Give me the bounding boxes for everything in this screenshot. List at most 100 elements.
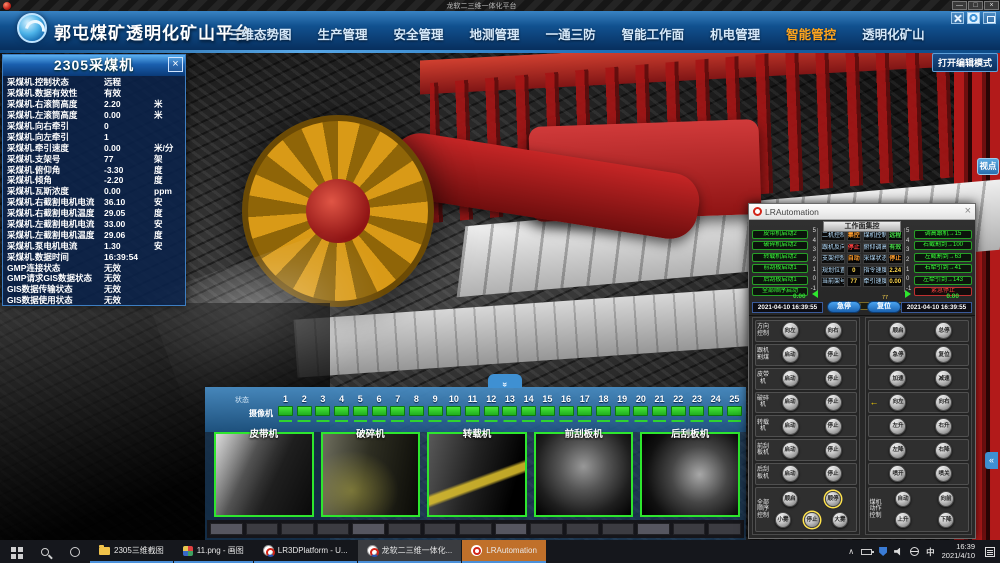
channel-indicator[interactable]: 4: [333, 394, 350, 430]
channel-indicator[interactable]: 1: [277, 394, 294, 430]
slide-out-chevron-icon[interactable]: «: [985, 452, 998, 469]
control-button[interactable]: 喷关: [935, 465, 952, 482]
control-button[interactable]: 右降: [935, 442, 952, 459]
close-icon[interactable]: ×: [965, 205, 971, 217]
control-button[interactable]: 停止: [804, 512, 820, 528]
cortana-button[interactable]: [60, 540, 90, 563]
control-button[interactable]: 减速: [935, 370, 952, 387]
taskbar-clock[interactable]: 16:39 2021/4/10: [942, 543, 975, 560]
nav-item[interactable]: 生产管理: [318, 24, 368, 43]
control-button[interactable]: 加速: [889, 370, 906, 387]
taskbar-app[interactable]: 龙软二三维一体化...: [358, 540, 462, 563]
filmstrip-cell[interactable]: [495, 523, 528, 535]
network-icon[interactable]: [910, 547, 919, 556]
camera-thumb[interactable]: 后刮板机: [640, 432, 740, 517]
tools-icon[interactable]: [951, 12, 964, 24]
lr-right-button[interactable]: 左截割到→63: [914, 253, 972, 262]
control-button[interactable]: 顺启: [889, 322, 906, 339]
notification-center-icon[interactable]: [985, 547, 995, 557]
channel-indicator[interactable]: 21: [651, 394, 668, 430]
control-button[interactable]: 自动: [895, 491, 911, 507]
nav-item[interactable]: 安全管理: [394, 24, 444, 43]
lr-left-button[interactable]: 前刮板启动1: [752, 264, 808, 273]
channel-indicator[interactable]: 24: [707, 394, 724, 430]
lr-left-button[interactable]: 转载机启动2: [752, 253, 808, 262]
channel-indicator[interactable]: 22: [670, 394, 687, 430]
filmstrip-cell[interactable]: [708, 523, 741, 535]
nav-item[interactable]: 智能管控: [786, 24, 836, 43]
nav-item[interactable]: 透明化矿山: [862, 24, 925, 43]
viewpoint-tab[interactable]: 视点: [977, 158, 999, 175]
channel-indicator[interactable]: 25: [726, 394, 743, 430]
filmstrip-cell[interactable]: [424, 523, 457, 535]
channel-indicator[interactable]: 23: [688, 394, 705, 430]
maximize-button[interactable]: □: [968, 1, 983, 10]
taskbar-app[interactable]: 2305三维截图: [90, 540, 173, 563]
filmstrip-cell[interactable]: [281, 523, 314, 535]
control-button[interactable]: 右升: [935, 418, 952, 435]
control-button[interactable]: 启动: [782, 465, 799, 482]
control-button[interactable]: 下降: [938, 512, 954, 528]
close-button[interactable]: ×: [984, 1, 999, 10]
control-button[interactable]: 启动: [782, 394, 799, 411]
control-button[interactable]: 总停: [935, 322, 952, 339]
control-button[interactable]: 喷开: [889, 465, 906, 482]
filmstrip-cell[interactable]: [637, 523, 670, 535]
control-button[interactable]: 上升: [895, 512, 911, 528]
search-button[interactable]: [30, 540, 60, 563]
control-button[interactable]: 小雾: [775, 512, 791, 528]
gear-icon[interactable]: [967, 12, 980, 24]
control-button[interactable]: 停止: [825, 370, 842, 387]
close-icon[interactable]: ×: [168, 57, 183, 72]
channel-indicator[interactable]: 7: [389, 394, 406, 430]
control-button[interactable]: 复位: [935, 346, 952, 363]
estop-button[interactable]: 急停: [827, 301, 861, 313]
channel-indicator[interactable]: 3: [314, 394, 331, 430]
control-button[interactable]: 启动: [782, 346, 799, 363]
channel-indicator[interactable]: 5: [352, 394, 369, 430]
edit-mode-button[interactable]: 打开编辑模式: [932, 53, 998, 72]
filmstrip-cell[interactable]: [388, 523, 421, 535]
control-button[interactable]: 向左: [889, 394, 906, 411]
filmstrip-cell[interactable]: [352, 523, 385, 535]
nav-item[interactable]: 机电管理: [710, 24, 760, 43]
control-button[interactable]: 停止: [825, 394, 842, 411]
filmstrip-cell[interactable]: [530, 523, 563, 535]
lr-right-button[interactable]: 调高跟机→15: [914, 230, 972, 239]
channel-indicator[interactable]: 18: [595, 394, 612, 430]
channel-indicator[interactable]: 19: [614, 394, 631, 430]
reset-button[interactable]: 复位: [867, 301, 901, 313]
channel-indicator[interactable]: 2: [296, 394, 313, 430]
filmstrip-cell[interactable]: [459, 523, 492, 535]
control-button[interactable]: 顺停: [825, 491, 841, 507]
lr-left-button[interactable]: 皮带机启动2: [752, 230, 808, 239]
camera-thumb[interactable]: 前刮板机: [534, 432, 634, 517]
taskbar-app[interactable]: LR3DPlatform - U...: [254, 540, 357, 563]
control-button[interactable]: 向前: [938, 491, 954, 507]
ime-indicator[interactable]: 中: [926, 546, 935, 558]
control-button[interactable]: 向左: [782, 322, 799, 339]
filmstrip-cell[interactable]: [602, 523, 635, 535]
channel-indicator[interactable]: 10: [445, 394, 462, 430]
control-button[interactable]: 向右: [935, 394, 952, 411]
filmstrip-cell[interactable]: [566, 523, 599, 535]
start-button[interactable]: [0, 540, 30, 563]
restore-icon[interactable]: [983, 12, 996, 24]
nav-item[interactable]: 地测管理: [470, 24, 520, 43]
lr-right-button[interactable]: 左牵引到→143: [914, 276, 972, 285]
control-button[interactable]: 左升: [889, 418, 906, 435]
lr-right-button[interactable]: 紧急停止: [914, 287, 972, 296]
channel-indicator[interactable]: 11: [464, 394, 481, 430]
control-button[interactable]: 左降: [889, 442, 906, 459]
filmstrip-cell[interactable]: [673, 523, 706, 535]
control-button[interactable]: 停止: [825, 465, 842, 482]
lr-right-button[interactable]: 右牵引到→41: [914, 264, 972, 273]
nav-item[interactable]: 三维态势图: [229, 24, 292, 43]
channel-indicator[interactable]: 13: [501, 394, 518, 430]
filmstrip-cell[interactable]: [317, 523, 350, 535]
channel-indicator[interactable]: 6: [371, 394, 388, 430]
channel-indicator[interactable]: 17: [576, 394, 593, 430]
filmstrip-cell[interactable]: [246, 523, 279, 535]
lr-right-button[interactable]: 右截割到→100: [914, 241, 972, 250]
minimize-button[interactable]: —: [952, 1, 967, 10]
